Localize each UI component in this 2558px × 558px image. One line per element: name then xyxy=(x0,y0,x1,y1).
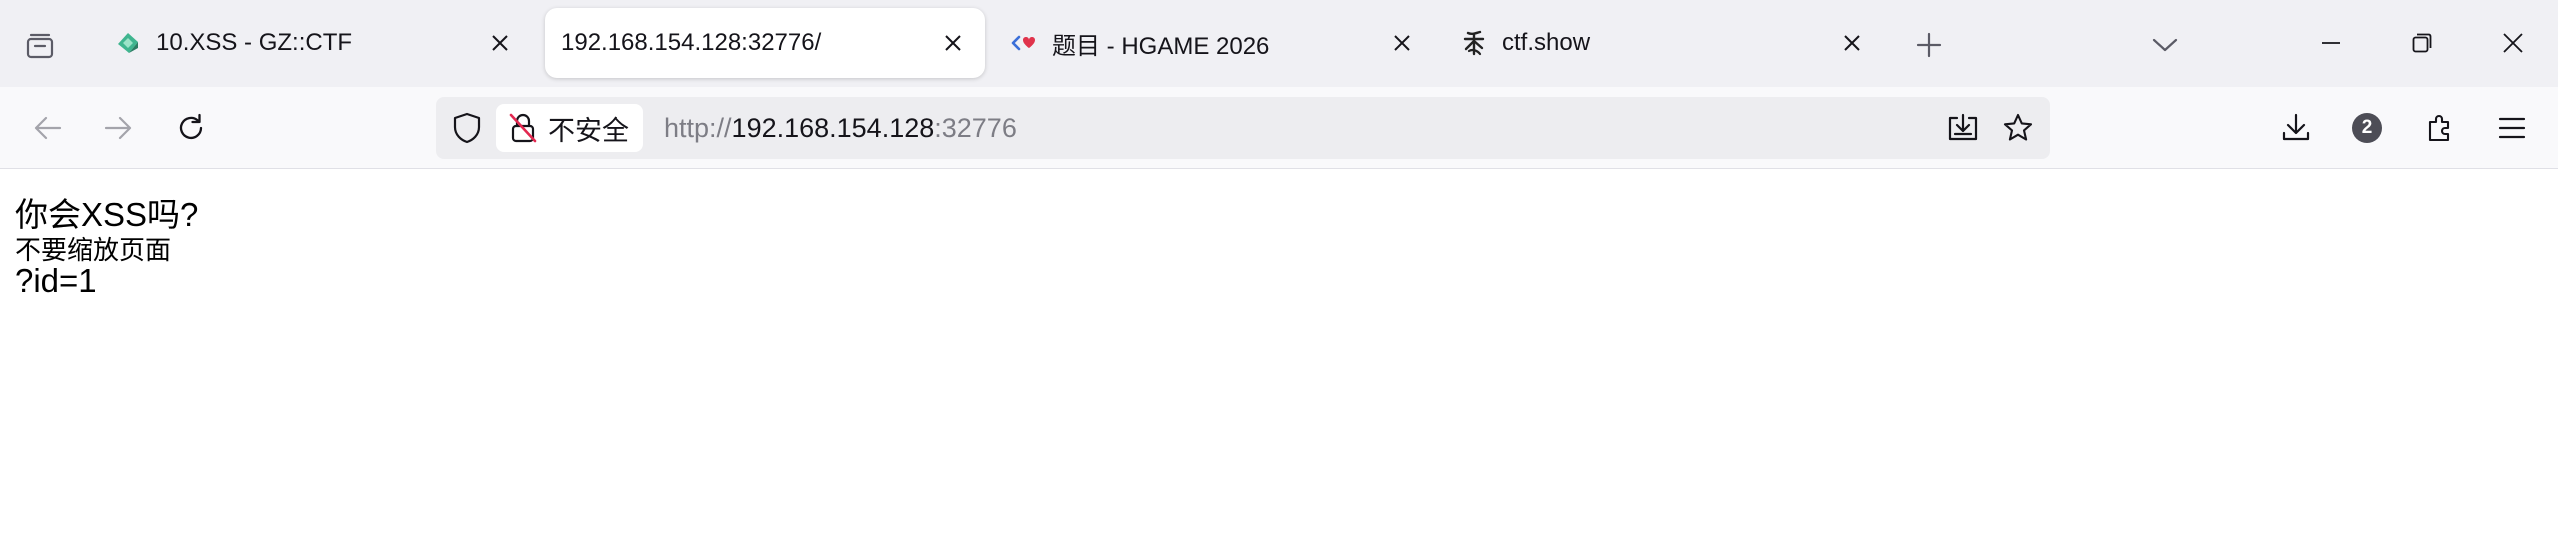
star-icon xyxy=(2003,113,2033,141)
minimize-window-button[interactable] xyxy=(2306,20,2356,66)
page-heading-question: 你会XSS吗? xyxy=(15,196,199,233)
close-tab-icon[interactable] xyxy=(935,25,971,61)
app-menu-button[interactable] xyxy=(2488,104,2536,152)
forward-arrow-icon xyxy=(104,116,132,140)
url-bar[interactable]: 不安全 http://192.168.154.128:32776 xyxy=(436,97,2050,159)
insecure-lock-icon xyxy=(509,113,537,143)
hamburger-menu-icon xyxy=(2498,117,2526,139)
close-window-button[interactable] xyxy=(2488,20,2538,66)
tab-hgame[interactable]: 题目 - HGAME 2026 xyxy=(994,8,1434,78)
close-tab-icon[interactable] xyxy=(1384,25,1420,61)
new-tab-button[interactable] xyxy=(1908,24,1950,66)
bookmark-star-button[interactable] xyxy=(1999,109,2037,147)
back-button[interactable] xyxy=(24,104,72,152)
tab-current-page[interactable]: 192.168.154.128:32776/ xyxy=(545,8,985,78)
restore-icon xyxy=(2412,33,2432,53)
account-badge-button[interactable]: 2 xyxy=(2343,104,2391,152)
tab-bar: 10.XSS - GZ::CTF 192.168.154.128:32776/ … xyxy=(0,0,2558,87)
ctfshow-favicon-icon xyxy=(1460,29,1488,57)
list-all-tabs-button[interactable] xyxy=(2144,24,2186,66)
navigation-toolbar: 不安全 http://192.168.154.128:32776 2 xyxy=(0,87,2558,169)
not-secure-label: 不安全 xyxy=(548,115,629,146)
site-security-indicator[interactable]: 不安全 xyxy=(496,104,643,152)
gzctf-favicon-icon xyxy=(114,29,142,57)
firefox-view-button[interactable] xyxy=(18,24,62,68)
reload-icon xyxy=(179,113,203,140)
url-scheme: http:// xyxy=(664,112,732,143)
page-content: 你会XSS吗? 不要缩放页面 ?id=1 xyxy=(0,170,2558,558)
forward-button[interactable] xyxy=(94,104,142,152)
page-param-hint: ?id=1 xyxy=(15,262,97,299)
tab-title: 192.168.154.128:32776/ xyxy=(561,29,822,56)
download-page-icon xyxy=(1948,113,1978,141)
save-to-pocket-button[interactable] xyxy=(1944,109,1982,147)
chevron-down-icon xyxy=(2152,38,2178,52)
tab-title: ctf.show xyxy=(1502,29,1591,56)
close-tab-icon[interactable] xyxy=(482,25,518,61)
url-port: :32776 xyxy=(934,112,1017,143)
tab-title: 10.XSS - GZ::CTF xyxy=(156,29,353,56)
tab-ctfshow[interactable]: ctf.show xyxy=(1444,8,1884,78)
tracking-protection-shield-icon[interactable] xyxy=(448,109,486,147)
plus-icon xyxy=(1916,32,1942,58)
hgame-favicon-icon xyxy=(1010,29,1038,57)
url-input[interactable]: http://192.168.154.128:32776 xyxy=(664,97,1017,159)
tab-gzctf[interactable]: 10.XSS - GZ::CTF xyxy=(98,8,532,78)
extensions-button[interactable] xyxy=(2416,104,2464,152)
reload-button[interactable] xyxy=(167,104,215,152)
download-icon xyxy=(2282,113,2310,141)
firefox-view-icon xyxy=(26,33,54,59)
back-arrow-icon xyxy=(34,116,62,140)
minimize-icon xyxy=(2322,42,2340,44)
url-host: 192.168.154.128 xyxy=(731,112,935,143)
tab-title: 题目 - HGAME 2026 xyxy=(1052,32,1270,60)
close-tab-icon[interactable] xyxy=(1834,25,1870,61)
close-icon xyxy=(2503,33,2523,53)
restore-window-button[interactable] xyxy=(2397,20,2447,66)
puzzle-piece-icon xyxy=(2428,115,2450,142)
downloads-button[interactable] xyxy=(2272,104,2320,152)
notification-count-badge: 2 xyxy=(2352,113,2382,143)
